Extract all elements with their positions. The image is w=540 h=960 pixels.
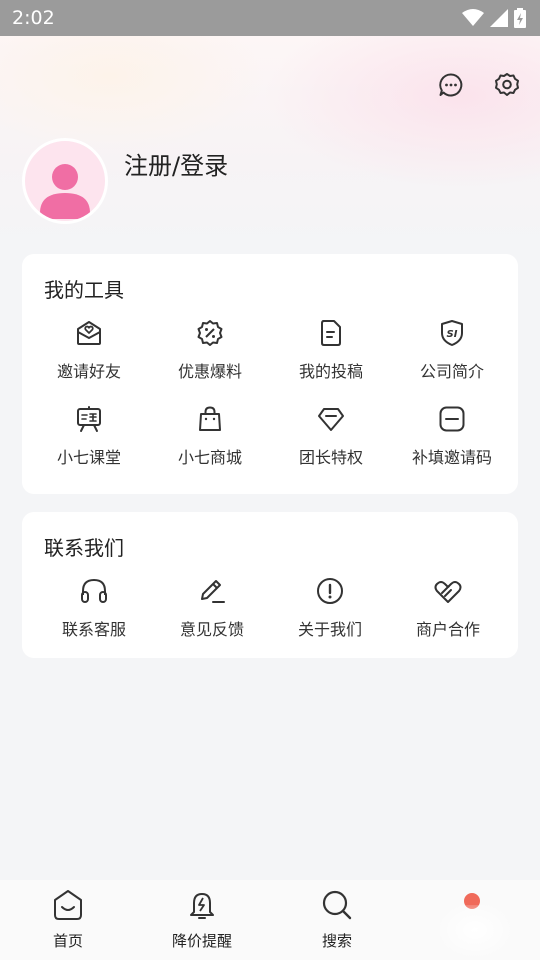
status-time: 2:02 xyxy=(12,7,55,29)
tool-label: 小七课堂 xyxy=(56,448,121,467)
nav-home[interactable]: 首页 xyxy=(8,888,128,960)
edit-pen-icon xyxy=(197,576,227,606)
login-register-link[interactable]: 注册/登录 xyxy=(124,146,228,181)
discount-icon xyxy=(195,318,225,348)
tool-label: 邀请好友 xyxy=(56,362,121,381)
tool-discount[interactable]: 优惠爆料 xyxy=(148,318,272,392)
nav-item-highlight[interactable] xyxy=(440,905,510,960)
home-icon xyxy=(54,890,82,920)
tools-title: 我的工具 xyxy=(44,278,124,302)
tool-classroom[interactable]: 小七课堂 xyxy=(27,404,151,478)
shopping-bag-icon xyxy=(195,404,225,434)
tool-label: 优惠爆料 xyxy=(177,362,242,381)
invite-icon xyxy=(74,318,104,348)
tool-mall[interactable]: 小七商城 xyxy=(148,404,272,478)
nav-label: 搜索 xyxy=(321,932,352,950)
battery-icon xyxy=(514,8,526,28)
tool-label: 我的投稿 xyxy=(298,362,363,381)
document-icon xyxy=(316,318,346,348)
contact-label: 意见反馈 xyxy=(179,620,244,639)
diamond-icon xyxy=(316,404,346,434)
contact-about-us[interactable]: 关于我们 xyxy=(268,576,392,650)
tool-fill-invite-code[interactable]: 补填邀请码 xyxy=(390,404,514,478)
search-icon xyxy=(322,890,352,920)
contact-merchant-cooperation[interactable]: 商户合作 xyxy=(386,576,510,650)
contact-label: 联系客服 xyxy=(61,620,126,639)
tool-company-profile[interactable]: SI 公司简介 xyxy=(390,318,514,392)
company-shield-icon: SI xyxy=(437,318,467,348)
message-icon[interactable] xyxy=(438,72,464,98)
svg-text:SI: SI xyxy=(447,329,458,340)
tool-label: 补填邀请码 xyxy=(411,448,492,467)
user-avatar-icon xyxy=(40,164,90,219)
nav-label: 降价提醒 xyxy=(171,932,232,950)
headphones-icon xyxy=(79,576,109,606)
nav-search[interactable]: 搜索 xyxy=(277,888,397,960)
tool-leader-privilege[interactable]: 团长特权 xyxy=(269,404,393,478)
contact-label: 关于我们 xyxy=(297,620,362,639)
status-icons xyxy=(462,8,526,28)
code-icon xyxy=(437,404,467,434)
tools-card: 我的工具 邀请好友 优惠爆料 我的投稿 SI 公司简介 小七课堂 小七商城 团长… xyxy=(22,254,518,494)
nav-label: 首页 xyxy=(52,932,83,950)
contact-card: 联系我们 联系客服 意见反馈 关于我们 商户合作 xyxy=(22,512,518,658)
contact-customer-service[interactable]: 联系客服 xyxy=(32,576,156,650)
tool-label: 小七商城 xyxy=(177,448,242,467)
tool-label: 团长特权 xyxy=(298,448,363,467)
contact-feedback[interactable]: 意见反馈 xyxy=(150,576,274,650)
nav-price-alert[interactable]: 降价提醒 xyxy=(142,888,262,960)
tool-invite-friends[interactable]: 邀请好友 xyxy=(27,318,151,392)
tool-my-submissions[interactable]: 我的投稿 xyxy=(269,318,393,392)
tool-label: 公司简介 xyxy=(419,362,484,381)
avatar[interactable] xyxy=(22,138,108,224)
signal-icon xyxy=(490,9,508,27)
classroom-icon xyxy=(74,404,104,434)
status-bar: 2:02 xyxy=(0,0,540,36)
info-icon xyxy=(315,576,345,606)
contact-label: 商户合作 xyxy=(415,620,480,639)
handshake-icon xyxy=(433,576,463,606)
wifi-icon xyxy=(462,9,484,26)
price-alert-icon xyxy=(190,893,214,919)
contact-title: 联系我们 xyxy=(44,536,124,560)
settings-icon[interactable] xyxy=(494,72,520,98)
